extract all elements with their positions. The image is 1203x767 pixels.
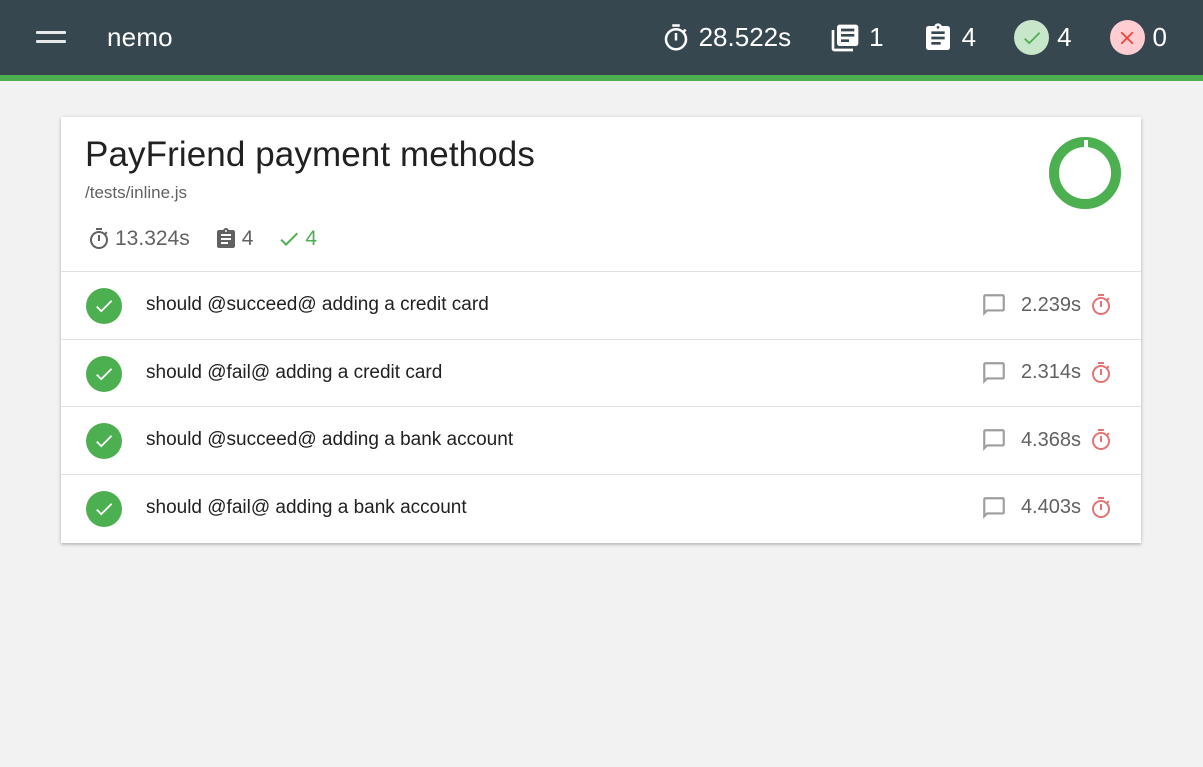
comment-icon[interactable]	[981, 292, 1007, 318]
close-icon	[1120, 31, 1134, 44]
suite-stat-tests: 4	[214, 227, 254, 251]
suite-duration-value: 13.324s	[115, 227, 190, 250]
test-duration: 2.314s	[1020, 361, 1081, 383]
passes-badge	[1014, 20, 1050, 55]
check-icon	[280, 232, 299, 246]
comment-icon[interactable]	[981, 360, 1007, 386]
suite-tests-value: 4	[241, 227, 254, 250]
test-duration: 4.368s	[1020, 428, 1081, 451]
stat-tests[interactable]: 4	[922, 22, 976, 54]
test-row[interactable]: should @succeed@ adding a credit card 2.…	[61, 272, 1141, 340]
stat-passes-value: 4	[1057, 22, 1072, 52]
check-icon	[96, 300, 113, 313]
timer-icon	[1092, 294, 1110, 315]
test-passed-badge	[86, 355, 122, 392]
timer-icon	[1092, 361, 1110, 383]
menu-bar-icon	[36, 40, 66, 43]
clipboard-icon	[925, 22, 950, 50]
test-meta: 2.239s	[981, 292, 1113, 318]
stat-duration: 28.522s	[661, 22, 792, 53]
test-passed-badge	[86, 288, 122, 324]
suite-stat-duration: 13.324s	[87, 227, 190, 251]
stat-tests-value: 4	[961, 22, 977, 52]
stopwatch-icon	[90, 228, 108, 249]
stat-suites[interactable]: 1	[829, 22, 884, 54]
suite-file-path: /tests/inline.js	[85, 183, 188, 202]
suite-stats: 13.324s 4 4	[87, 227, 341, 251]
test-title: should @succeed@ adding a credit card	[146, 294, 489, 315]
stat-failures[interactable]: 0	[1109, 20, 1167, 55]
suite-stat-passes: 4	[277, 227, 317, 251]
stat-suites-value: 1	[869, 22, 884, 52]
suite-header: PayFriend payment methods /tests/inline.…	[61, 117, 1141, 272]
test-title: should @fail@ adding a credit card	[146, 361, 443, 383]
test-meta: 4.403s	[981, 495, 1113, 521]
stat-duration-value: 28.522s	[698, 22, 792, 52]
failures-badge	[1109, 20, 1145, 55]
check-icon	[96, 435, 113, 448]
test-meta: 4.368s	[981, 427, 1113, 453]
comment-icon[interactable]	[981, 495, 1007, 521]
menu-bar-icon	[36, 31, 66, 34]
check-icon	[96, 367, 113, 380]
app-title: nemo	[107, 22, 173, 52]
suite-card: PayFriend payment methods /tests/inline.…	[61, 117, 1141, 543]
suite-pass-chart	[1049, 137, 1121, 209]
test-row[interactable]: should @succeed@ adding a bank account 4…	[61, 407, 1141, 475]
test-row[interactable]: should @fail@ adding a bank account 4.40…	[61, 475, 1141, 543]
timer-icon	[1092, 429, 1110, 450]
test-meta: 2.314s	[981, 360, 1113, 386]
suite-title: PayFriend payment methods	[85, 135, 535, 174]
test-row[interactable]: should @fail@ adding a credit card 2.314…	[61, 340, 1141, 407]
stopwatch-icon	[664, 23, 687, 50]
stat-passes[interactable]: 4	[1014, 20, 1072, 55]
clipboard-icon	[216, 228, 235, 248]
topbar-status-stripe	[0, 75, 1203, 81]
comment-icon[interactable]	[981, 427, 1007, 453]
test-list: should @succeed@ adding a credit card 2.…	[61, 272, 1141, 542]
library-books-icon	[831, 24, 859, 51]
menu-button[interactable]	[36, 24, 70, 50]
test-title: should @fail@ adding a bank account	[146, 496, 467, 518]
test-passed-badge	[86, 423, 122, 459]
test-duration: 4.403s	[1020, 496, 1081, 518]
stat-failures-value: 0	[1152, 22, 1167, 52]
suite-passes-value: 4	[305, 227, 318, 250]
report-stats: 28.522s 1 4 4 0	[661, 0, 1167, 75]
suite-pass-ring-gap	[1084, 140, 1088, 153]
test-duration: 2.239s	[1020, 293, 1081, 316]
check-icon	[1023, 31, 1040, 44]
test-passed-badge	[86, 490, 122, 527]
timer-icon	[1092, 496, 1110, 518]
check-icon	[96, 502, 113, 515]
top-nav-bar: nemo 28.522s 1 4 4 0	[0, 0, 1203, 75]
test-title: should @succeed@ adding a bank account	[146, 429, 514, 450]
